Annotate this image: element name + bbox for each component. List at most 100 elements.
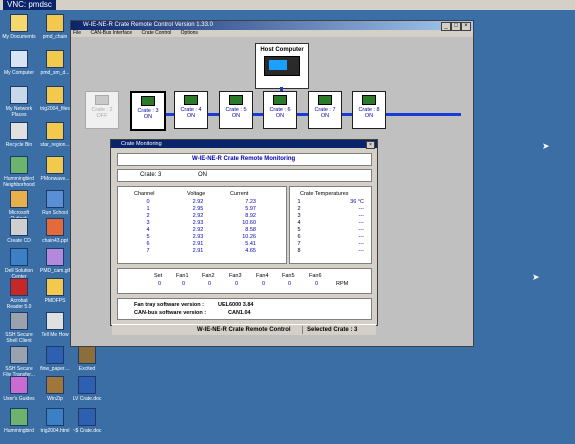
- channel-table: Channel Voltage Current 01234567 2.92 2.9…: [117, 186, 287, 264]
- fan-header-4: Fan4: [256, 273, 269, 279]
- menu-canbus-interface[interactable]: CAN-Bus Interface: [90, 30, 132, 36]
- app-title: W-IE-NE-R Crate Remote Control Version 1…: [83, 22, 213, 28]
- vnc-frame: VNC: pmdsc My Documents pmd_chain My Com…: [0, 0, 575, 444]
- desktop-icon-tell-me-how[interactable]: Tell Me How: [38, 312, 72, 338]
- fan-value-4: 0: [262, 281, 266, 287]
- fan-value-3: 0: [235, 281, 239, 287]
- crate-icon: [362, 95, 376, 105]
- menu-crate-control[interactable]: Crate Control: [142, 30, 172, 36]
- desktop-icon-pmonwave[interactable]: PMonwave...: [38, 156, 72, 182]
- host-computer-label: Host Computer: [260, 47, 304, 53]
- desktop-icon-dell-solution-center[interactable]: Dell Solution Center: [2, 248, 36, 280]
- crate-label: Crate: 3: [140, 172, 162, 178]
- voltage-column: 2.92 2.95 2.92 2.93 2.92 2.93 2.91 2.91: [192, 199, 204, 254]
- desktop-icon-pmdfps[interactable]: PMDFPS: [38, 278, 72, 304]
- fan-panel: Set Fan1 Fan2 Fan3 Fan4 Fan5 Fan6 0 0 0 …: [117, 268, 372, 294]
- crate-state: ON: [198, 172, 207, 178]
- desktop: My Documents pmd_chain My Computer pmd_s…: [0, 10, 575, 444]
- desktop-icon-ssh-client[interactable]: SSH Secure Shell Client: [2, 312, 36, 344]
- desktop-icon-acrobat[interactable]: Acrobat Reader 5.0: [2, 278, 36, 310]
- fan-header-1: Fan1: [176, 273, 189, 279]
- crate-2[interactable]: Crate : 2 OFF: [85, 91, 119, 129]
- vnc-title: VNC: pmdsc: [3, 0, 56, 10]
- crate-icon: [141, 96, 155, 106]
- desktop-icon-run-school[interactable]: Run School: [38, 190, 72, 216]
- crate-icon: [229, 95, 243, 105]
- monitor-heading: W-IE-NE-R Crate Remote Monitoring: [192, 156, 296, 162]
- desktop-icon-lv-crate-doc[interactable]: LV Crate.doc: [70, 376, 104, 402]
- crate-5[interactable]: Crate : 5 ON: [219, 91, 253, 129]
- desktop-icon-create-cd[interactable]: Create CD: [2, 218, 36, 244]
- fan-value-6: 0: [315, 281, 319, 287]
- mouse-cursor-icon: ➤: [532, 272, 540, 282]
- col-header-voltage: Voltage: [187, 191, 206, 197]
- desktop-icon-trig2004-html[interactable]: trig2004.html: [38, 408, 72, 434]
- crate-icon: [184, 95, 198, 105]
- desktop-icon-pmd-chain[interactable]: pmd_chain: [38, 14, 72, 40]
- status-separator: [302, 326, 303, 334]
- fan-value-5: 0: [288, 281, 292, 287]
- channel-column: 01234567: [146, 199, 150, 254]
- crate-status-box: Crate: 3 ON: [117, 169, 372, 182]
- status-selected-crate: Selected Crate : 3: [307, 327, 358, 333]
- host-computer[interactable]: Host Computer: [255, 43, 309, 89]
- current-column: 7.23 5.97 8.92 10.60 8.58 10.26 5.41 4.65: [242, 199, 256, 254]
- fan-header-6: Fan6: [309, 273, 322, 279]
- mouse-cursor-icon: ➤: [542, 141, 550, 151]
- fan-sw-label: Fan tray software version :: [134, 302, 204, 308]
- crate-3[interactable]: Crate : 3 ON: [130, 91, 166, 131]
- minimize-button[interactable]: _: [441, 22, 451, 31]
- desktop-icon-my-documents[interactable]: My Documents: [2, 14, 36, 40]
- close-button[interactable]: ×: [461, 22, 471, 31]
- temp-title: Crate Temperatures: [300, 191, 349, 197]
- crate-monitoring-dialog: Crate Monitoring × W-IE-NE-R Crate Remot…: [110, 139, 378, 326]
- desktop-icon-flow-paper[interactable]: flow_paper....: [38, 346, 72, 372]
- status-app-name: W-IE-NE-R Crate Remote Control: [197, 327, 291, 333]
- desktop-icon-ssh-file-transfer[interactable]: SSH Secure File Transfer...: [2, 346, 36, 378]
- crate-icon: [273, 95, 287, 105]
- desktop-icon-chain43[interactable]: chain43.ppt: [38, 218, 72, 244]
- monitor-close-button[interactable]: ×: [366, 141, 375, 149]
- fan-value-1: 0: [182, 281, 186, 287]
- desktop-icon-excited[interactable]: Excited: [70, 346, 104, 372]
- monitor-title-bar: Crate Monitoring ×: [111, 140, 377, 149]
- menu-options[interactable]: Options: [181, 30, 198, 36]
- fan-unit: RPM: [336, 281, 349, 287]
- status-bar: W-IE-NE-R Crate Remote Control Selected …: [112, 324, 376, 335]
- temperature-table: Crate Temperatures 12345678 36 °C --- --- -…: [289, 186, 372, 264]
- fan-header-5: Fan5: [282, 273, 295, 279]
- fan-header-3: Fan3: [229, 273, 242, 279]
- monitor-title: Crate Monitoring: [121, 141, 162, 147]
- desktop-icon-my-computer[interactable]: My Computer: [2, 50, 36, 76]
- fan-value-2: 0: [208, 281, 212, 287]
- desktop-icon-star-region[interactable]: star_region...: [38, 122, 72, 148]
- crate-icon: [318, 95, 332, 105]
- temp-value-column: 36 °C --- --- --- --- --- --- ---: [350, 199, 364, 254]
- desktop-icon-pmd-sm[interactable]: pmd_sm_d...: [38, 50, 72, 76]
- desktop-icon-winzip[interactable]: WinZip: [38, 376, 72, 402]
- desktop-icon-hummingbird[interactable]: Hummingbird: [2, 408, 36, 434]
- desktop-icon-pmd-cam[interactable]: PMD_cam.gif: [38, 248, 72, 274]
- fan-value-set: 0: [158, 281, 162, 287]
- desktop-icon-crate-doc-temp[interactable]: ~$ Crate.doc: [70, 408, 104, 434]
- desktop-icon-recycle-bin[interactable]: Recycle Bin: [2, 122, 36, 148]
- fan-header-2: Fan2: [202, 273, 215, 279]
- app-title-bar: W-IE-NE-R Crate Remote Control Version 1…: [71, 21, 473, 31]
- software-version-box: Fan tray software version : UEL6000 3.84…: [117, 298, 372, 320]
- monitor-heading-box: W-IE-NE-R Crate Remote Monitoring: [117, 153, 372, 166]
- can-sw-value: CAN1.04: [228, 310, 251, 316]
- menu-bar: File CAN-Bus Interface Crate Control Opt…: [71, 30, 473, 37]
- desktop-icon-trig2004-files[interactable]: trig2004_files: [38, 86, 72, 112]
- col-header-current: Current: [230, 191, 249, 197]
- crate-4[interactable]: Crate : 4 ON: [174, 91, 208, 129]
- menu-file[interactable]: File: [73, 30, 81, 36]
- crate-icon: [95, 95, 109, 105]
- maximize-button[interactable]: □: [451, 22, 461, 31]
- crate-8[interactable]: Crate : 8 ON: [352, 91, 386, 129]
- desktop-icon-network-places[interactable]: My Network Places: [2, 86, 36, 118]
- crate-6[interactable]: Crate : 6 ON: [263, 91, 297, 129]
- crate-7[interactable]: Crate : 7 ON: [308, 91, 342, 129]
- desktop-icon-users-guides[interactable]: User's Guides: [2, 376, 36, 402]
- desktop-icon-hummingbird-neighborhood[interactable]: Hummingbird Neighborhood: [2, 156, 36, 188]
- col-header-channel: Channel: [134, 191, 155, 197]
